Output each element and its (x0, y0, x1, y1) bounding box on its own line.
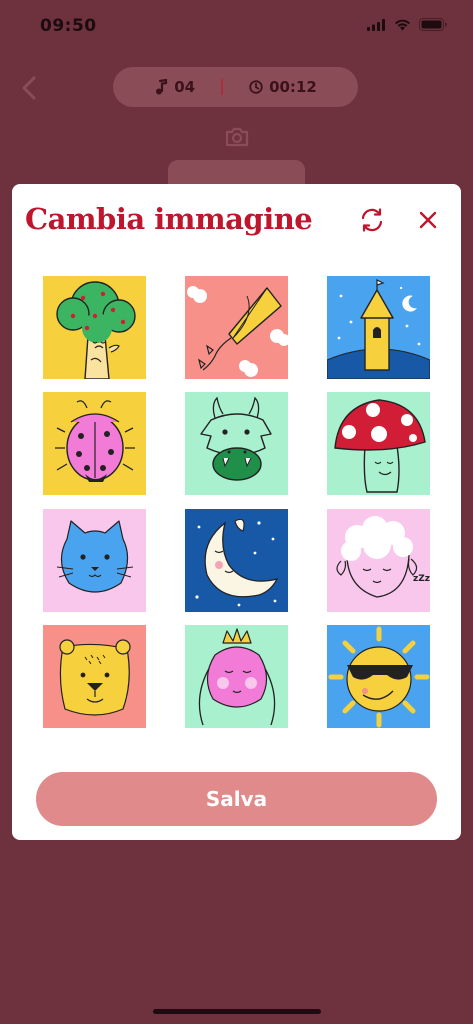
image-option-tree[interactable] (43, 276, 146, 379)
back-button[interactable] (16, 74, 44, 102)
image-option-moon[interactable] (185, 509, 288, 612)
close-button[interactable] (416, 208, 440, 232)
chevron-left-icon (22, 76, 36, 100)
home-indicator (153, 1009, 321, 1014)
change-image-modal: Cambia immagine zZz Salva (12, 184, 461, 840)
save-button[interactable]: Salva (36, 772, 437, 826)
clock-icon (249, 80, 263, 94)
status-bar: 09:50 (0, 0, 473, 52)
track-info-pill: 04 00:12 (113, 67, 358, 107)
duration-group: 00:12 (249, 78, 317, 96)
image-option-sheep[interactable]: zZz (327, 509, 430, 612)
close-icon (419, 211, 437, 229)
image-option-sun[interactable] (327, 625, 430, 728)
image-option-cat[interactable] (43, 509, 146, 612)
image-option-bear[interactable] (43, 625, 146, 728)
image-option-princess[interactable] (185, 625, 288, 728)
image-option-mushroom[interactable] (327, 392, 430, 495)
modal-title: Cambia immagine (25, 202, 313, 236)
tracks-count-group: 04 (154, 78, 195, 96)
image-option-dragon[interactable] (185, 392, 288, 495)
tracks-count: 04 (174, 78, 196, 96)
pill-divider (221, 79, 224, 95)
status-time: 09:50 (40, 16, 97, 36)
sleep-z-decoration: zZz (413, 574, 430, 584)
duration-text: 00:12 (269, 78, 317, 96)
battery-icon (419, 16, 447, 35)
image-option-castle[interactable] (327, 276, 430, 379)
signal-icon (367, 16, 386, 35)
refresh-button[interactable] (358, 206, 386, 234)
wifi-icon (394, 16, 411, 35)
image-option-ladybug[interactable] (43, 392, 146, 495)
image-option-kite[interactable] (185, 276, 288, 379)
status-icons (367, 16, 447, 35)
music-note-icon (156, 79, 168, 95)
camera-icon[interactable] (224, 125, 250, 149)
refresh-icon (361, 208, 383, 232)
